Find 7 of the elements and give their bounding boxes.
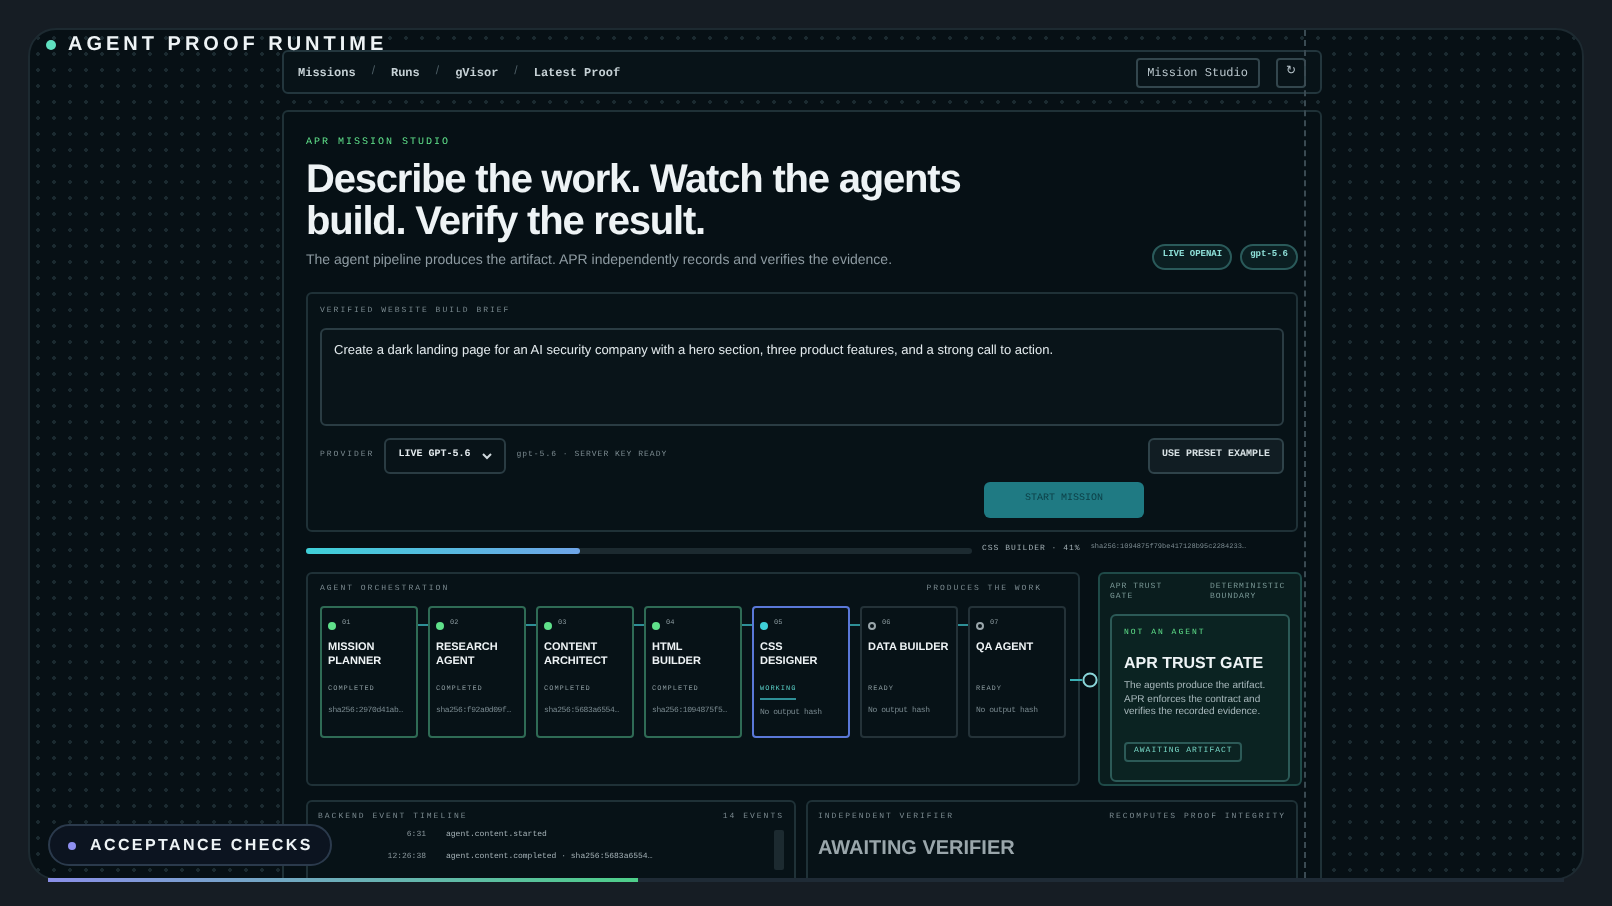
scrollbar[interactable] (774, 830, 784, 870)
trust-gate-title: APR TRUST GATE (1124, 652, 1266, 676)
verifier-status: AWAITING VERIFIER (818, 836, 1017, 864)
acceptance-pill[interactable]: ACCEPTANCE CHECKS (48, 824, 333, 866)
chevron-icon (482, 452, 493, 460)
heading: Describe the work. Watch the agents build. Verify the result. (306, 159, 963, 243)
app-label: AGENT PROOF RUNTIME (68, 32, 388, 60)
